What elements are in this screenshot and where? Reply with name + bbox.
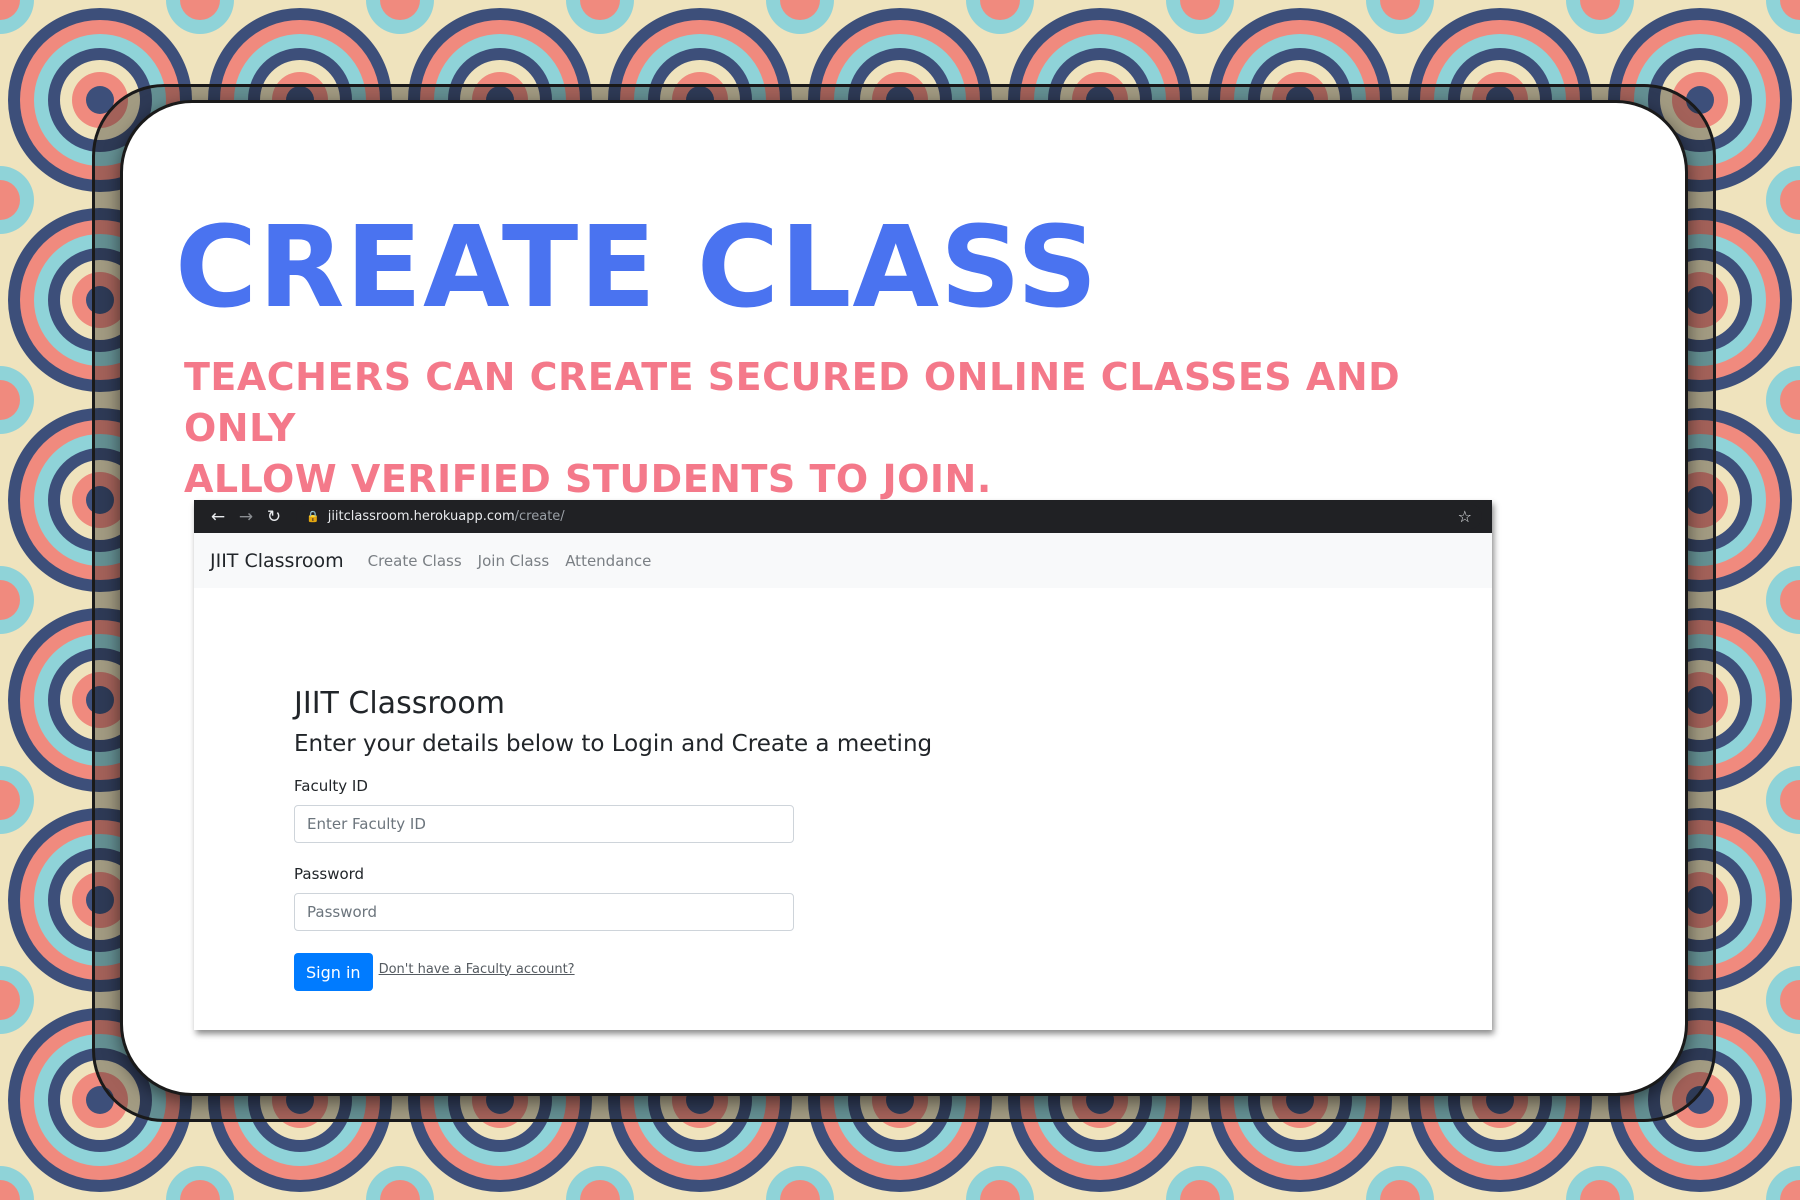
- browser-screenshot: ← → ↻ 🔒 jiitclassroom.herokuapp.com/crea…: [194, 500, 1492, 1030]
- form-actions: Sign in Don't have a Faculty account?: [294, 953, 994, 991]
- hero-subtitle-line-2: ALLOW VERIFIED STUDENTS TO JOIN.: [184, 457, 992, 501]
- password-label: Password: [294, 865, 365, 883]
- forward-arrow-icon[interactable]: →: [232, 507, 260, 527]
- hero-title: CREATE CLASS: [175, 203, 1099, 333]
- site-navbar: JIIT Classroom Create Class Join Class A…: [194, 533, 1492, 588]
- url-host: jiitclassroom.herokuapp.com: [327, 509, 515, 524]
- login-form: JIIT Classroom Enter your details below …: [294, 686, 994, 991]
- reload-icon[interactable]: ↻: [260, 507, 288, 527]
- password-input[interactable]: [294, 893, 794, 931]
- bookmark-star-icon[interactable]: ☆: [1458, 507, 1472, 526]
- back-arrow-icon[interactable]: ←: [204, 507, 232, 527]
- nav-link-attendance[interactable]: Attendance: [565, 552, 651, 570]
- form-subtitle: Enter your details below to Login and Cr…: [294, 731, 933, 757]
- nav-link-join-class[interactable]: Join Class: [478, 552, 550, 570]
- nav-link-create-class[interactable]: Create Class: [368, 552, 462, 570]
- form-title: JIIT Classroom: [294, 686, 505, 721]
- address-bar[interactable]: 🔒 jiitclassroom.herokuapp.com/create/ ☆: [296, 504, 1482, 529]
- faculty-id-label: Faculty ID: [294, 777, 368, 795]
- navbar-brand[interactable]: JIIT Classroom: [210, 550, 344, 572]
- faculty-id-input[interactable]: [294, 805, 794, 843]
- faculty-signup-link[interactable]: Don't have a Faculty account?: [379, 962, 575, 977]
- hero-subtitle: TEACHERS CAN CREATE SECURED ONLINE CLASS…: [184, 352, 1514, 505]
- browser-toolbar: ← → ↻ 🔒 jiitclassroom.herokuapp.com/crea…: [194, 500, 1492, 533]
- lock-icon: 🔒: [306, 510, 320, 523]
- hero-subtitle-line-1: TEACHERS CAN CREATE SECURED ONLINE CLASS…: [184, 355, 1401, 450]
- url-path: /create/: [514, 509, 565, 524]
- sign-in-button[interactable]: Sign in: [294, 953, 373, 991]
